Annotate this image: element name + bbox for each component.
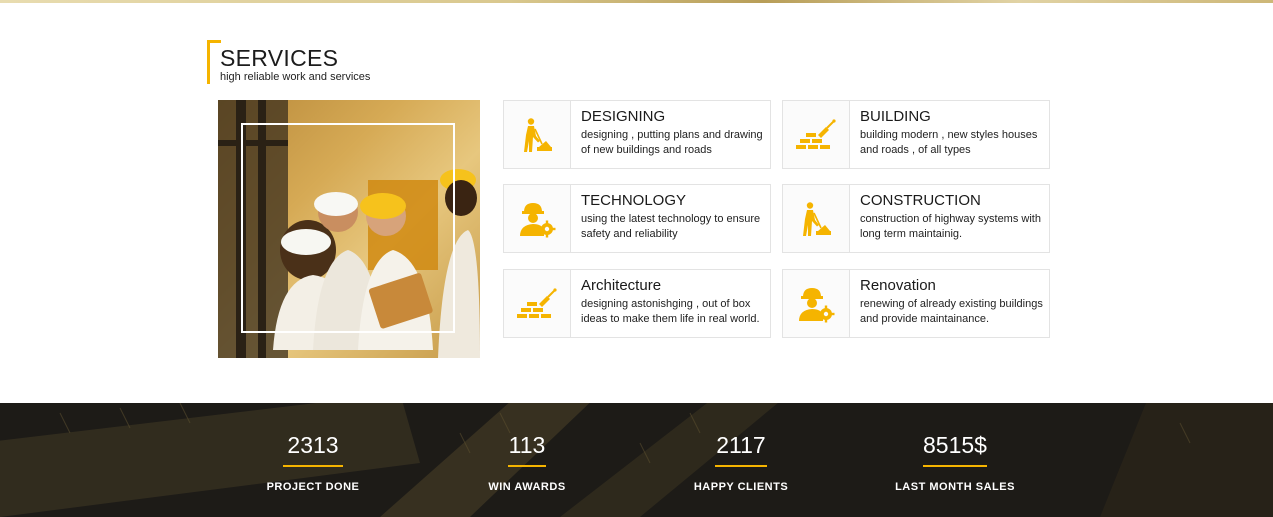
card-title: TECHNOLOGY bbox=[581, 192, 687, 209]
brick-trowel-icon bbox=[517, 287, 557, 318]
card-description: construction of highway systems with lon… bbox=[860, 213, 1041, 240]
worker-digging-icon bbox=[803, 201, 831, 236]
stat-value: 8515$ bbox=[923, 432, 987, 458]
stat-happy-clients: 2117 HAPPY CLIENTS bbox=[641, 403, 841, 493]
stat-underline bbox=[508, 465, 546, 467]
card-icon-container bbox=[504, 185, 571, 252]
stat-label: WIN AWARDS bbox=[488, 481, 566, 493]
stat-value: 113 bbox=[508, 432, 546, 458]
card-description: using the latest technology to ensure sa… bbox=[581, 213, 761, 240]
section-title: SERVICES bbox=[220, 45, 339, 71]
section-subtitle: high reliable work and services bbox=[220, 71, 371, 83]
worker-digging-icon bbox=[524, 117, 552, 152]
card-title: DESIGNING bbox=[581, 108, 666, 125]
card-icon-container bbox=[783, 101, 850, 168]
engineer-gear-icon bbox=[799, 287, 835, 322]
top-image-strip bbox=[0, 0, 1273, 3]
card-icon-container bbox=[783, 270, 850, 337]
stat-project-done: 2313 PROJECT DONE bbox=[213, 403, 413, 493]
service-card-architecture[interactable]: Architecture designing astonishging , ou… bbox=[503, 269, 771, 338]
card-description: renewing of already existing buildings a… bbox=[860, 298, 1043, 325]
card-title: BUILDING bbox=[860, 108, 931, 125]
measuring-tape-background bbox=[0, 403, 1273, 517]
stat-underline bbox=[283, 465, 343, 467]
card-icon-container bbox=[504, 101, 571, 168]
card-title: CONSTRUCTION bbox=[860, 192, 981, 209]
card-icon-container bbox=[504, 270, 571, 337]
card-title: Architecture bbox=[581, 277, 662, 294]
workers-photo bbox=[218, 100, 480, 358]
stat-last-month-sales: 8515$ LAST MONTH SALES bbox=[855, 403, 1055, 493]
service-card-technology[interactable]: TECHNOLOGY using the latest technology t… bbox=[503, 184, 771, 253]
service-card-building[interactable]: BUILDING building modern , new styles ho… bbox=[782, 100, 1050, 169]
stats-band: 2313 PROJECT DONE 113 WIN AWARDS 2117 HA… bbox=[0, 403, 1273, 517]
stat-value: 2117 bbox=[716, 432, 766, 458]
stat-value: 2313 bbox=[287, 432, 339, 458]
service-card-designing[interactable]: DESIGNING designing , putting plans and … bbox=[503, 100, 771, 169]
stat-underline bbox=[923, 465, 987, 467]
card-description: building modern , new styles houses and … bbox=[860, 129, 1038, 156]
heading-accent-bracket bbox=[207, 40, 221, 84]
service-card-renovation[interactable]: Renovation renewing of already existing … bbox=[782, 269, 1050, 338]
brick-trowel-icon bbox=[796, 118, 836, 149]
stat-label: LAST MONTH SALES bbox=[895, 481, 1015, 493]
stat-win-awards: 113 WIN AWARDS bbox=[427, 403, 627, 493]
stat-label: HAPPY CLIENTS bbox=[693, 481, 789, 493]
card-icon-container bbox=[783, 185, 850, 252]
service-card-construction[interactable]: CONSTRUCTION construction of highway sys… bbox=[782, 184, 1050, 253]
engineer-gear-icon bbox=[520, 202, 556, 237]
card-description: designing , putting plans and drawing of… bbox=[581, 129, 763, 156]
photo-frame-overlay bbox=[241, 123, 455, 333]
card-description: designing astonishging , out of box idea… bbox=[581, 298, 760, 325]
card-title: Renovation bbox=[860, 277, 936, 294]
stat-label: PROJECT DONE bbox=[266, 481, 360, 493]
stat-underline bbox=[715, 465, 767, 467]
